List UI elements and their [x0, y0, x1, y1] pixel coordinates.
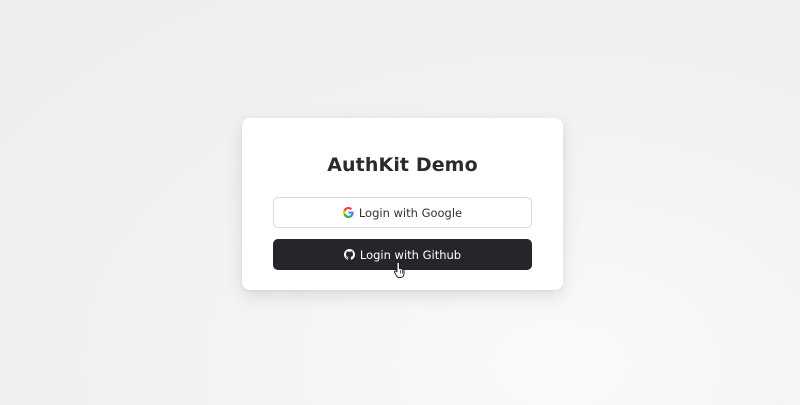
login-with-google-button[interactable]: Login with Google — [273, 197, 532, 228]
github-icon — [343, 249, 355, 260]
google-icon — [342, 207, 354, 218]
google-button-label: Login with Google — [358, 205, 463, 220]
page-title: AuthKit Demo — [327, 154, 478, 176]
github-button-label: Login with Github — [359, 247, 462, 262]
hand-pointer-cursor-icon — [394, 261, 408, 279]
